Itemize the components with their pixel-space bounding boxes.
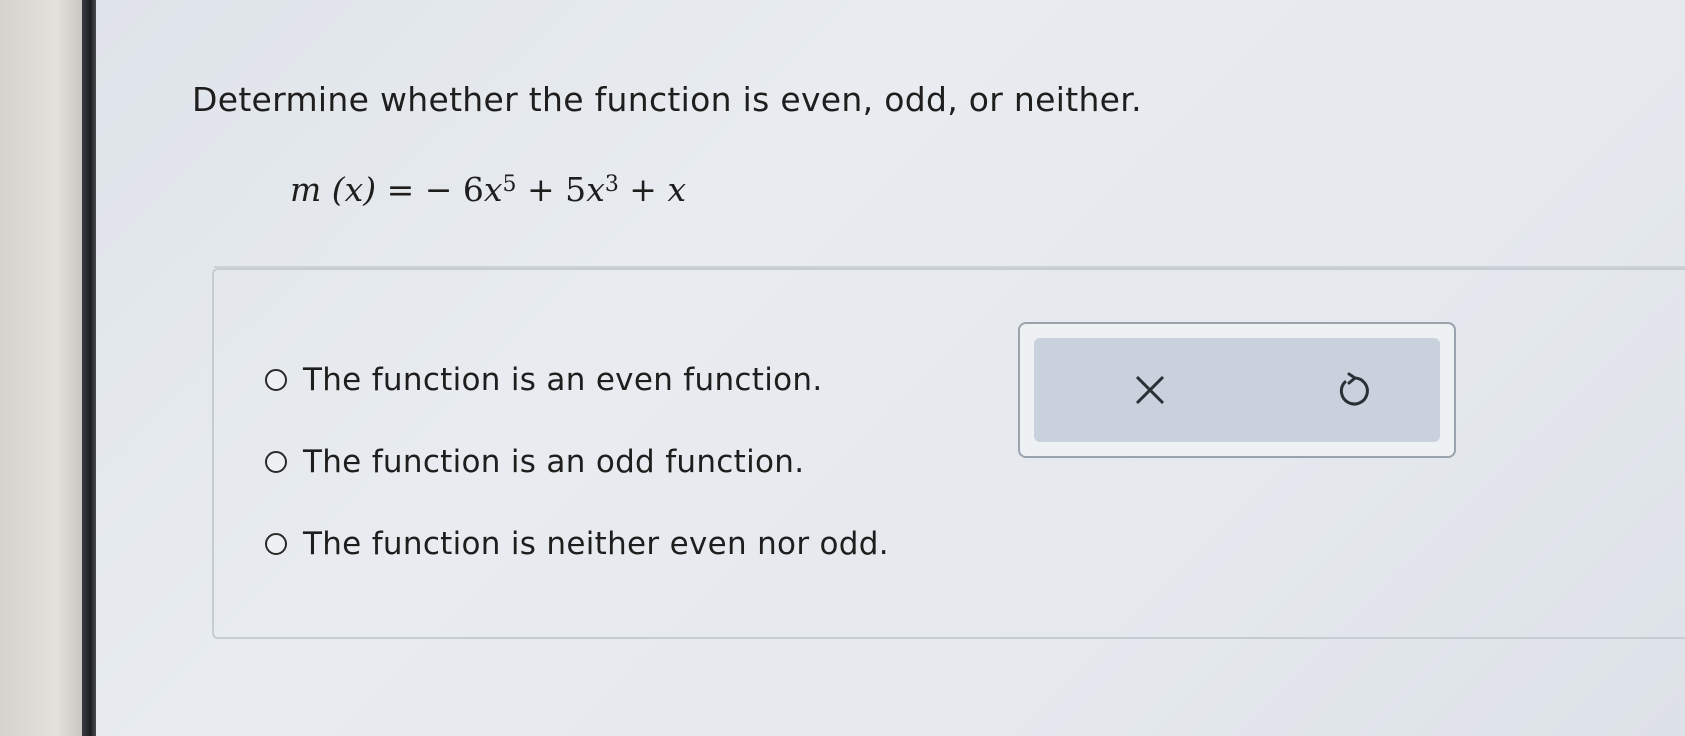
equation-term3-var: x — [667, 170, 687, 209]
radio-button[interactable] — [265, 533, 287, 555]
option-label: The function is neither even nor odd. — [303, 526, 889, 562]
monitor-bezel — [0, 0, 82, 736]
undo-icon — [1339, 372, 1369, 406]
close-icon — [1135, 375, 1165, 405]
option-neither[interactable]: The function is neither even nor odd. — [265, 526, 889, 562]
function-equation: m (x) = − 6 x 5 + 5 x 3 + x — [290, 170, 686, 209]
equation-term1-exponent: 5 — [502, 172, 517, 197]
equation-lhs: m (x) = — [290, 170, 425, 209]
equation-term2-coef: + 5 — [516, 170, 587, 209]
option-label: The function is an even function. — [303, 362, 823, 398]
option-odd[interactable]: The function is an odd function. — [265, 444, 804, 480]
option-label: The function is an odd function. — [303, 444, 805, 480]
equation-term3-op: + — [618, 170, 668, 209]
undo-button[interactable] — [1324, 360, 1384, 420]
answer-tools — [1018, 322, 1456, 458]
question-prompt: Determine whether the function is even, … — [192, 80, 1142, 119]
equation-term1-coef: − 6 — [424, 170, 484, 209]
equation-term2-exponent: 3 — [604, 172, 619, 197]
tools-bar — [1034, 338, 1440, 442]
monitor-edge — [82, 0, 96, 736]
option-even[interactable]: The function is an even function. — [265, 362, 823, 398]
radio-button[interactable] — [265, 451, 287, 473]
clear-button[interactable] — [1120, 360, 1180, 420]
equation-term1-var: x — [483, 170, 503, 209]
equation-term2-var: x — [586, 170, 605, 209]
radio-button[interactable] — [265, 369, 287, 391]
